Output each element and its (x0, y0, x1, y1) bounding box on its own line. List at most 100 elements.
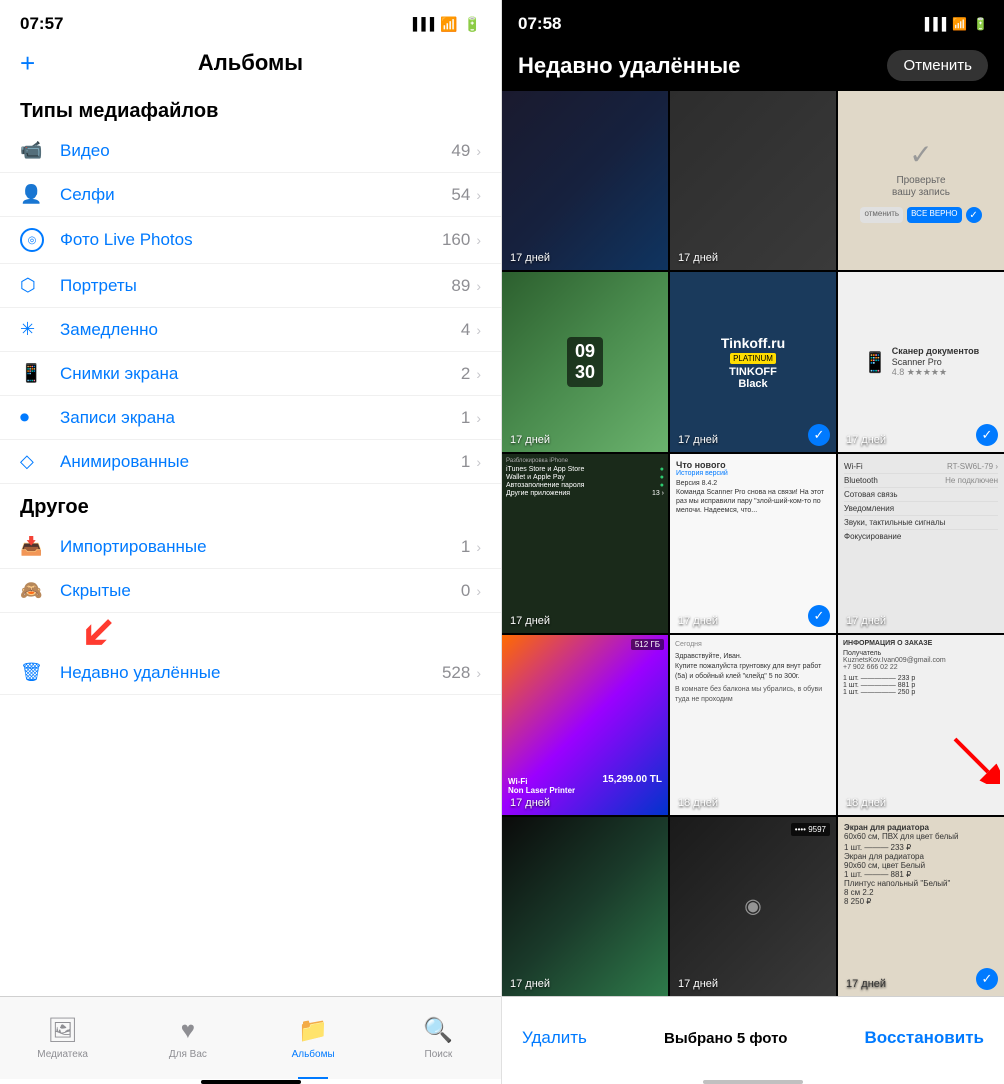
face-id-icon: ◉ (744, 894, 761, 919)
live-photos-chevron: › (476, 232, 481, 248)
animated-label: Анимированные (60, 452, 461, 472)
tab-for-you[interactable]: ♥ Для Вас (125, 997, 250, 1079)
for-you-icon: ♥ (181, 1017, 195, 1045)
right-panel: 07:58 ▐▐▐ 📶 🔋 Недавно удалённые Отменить… (502, 0, 1004, 1084)
bottom-action-bar: Удалить Выбрано 5 фото Восстановить (502, 996, 1004, 1079)
tab-mediatek[interactable]: 🖼 Медиатека (0, 997, 125, 1079)
list-item-portraits[interactable]: ⬡ Портреты 89 › (0, 264, 501, 308)
list-item-imported[interactable]: 📥 Импортированные 1 › (0, 525, 501, 569)
screen-recordings-count: 1 (461, 408, 470, 428)
photo-cell-5[interactable]: Tinkoff.ru PLATINUM TINKOFFBlack ✓ 17 дн… (670, 272, 836, 451)
red-arrow-right (950, 734, 1000, 789)
home-bar-right (703, 1080, 803, 1084)
hidden-count: 0 (461, 581, 470, 601)
photo-days-13: 17 дней (510, 978, 550, 990)
delete-button[interactable]: Удалить (522, 1028, 587, 1048)
photo-days-14: 17 дней (678, 978, 718, 990)
screenshots-count: 2 (461, 364, 470, 384)
bottom-tabs: 🖼 Медиатека ♥ Для Вас 📁 Альбомы 🔍 Поиск (0, 996, 501, 1079)
photo-cell-14[interactable]: 17 дней ◉ •••• 9597 (670, 817, 836, 996)
video-count: 49 (451, 141, 470, 161)
list-item-live-photos[interactable]: ◎ Фото Live Photos 160 › (0, 217, 501, 264)
photo-cell-8[interactable]: Что нового История версий Версия 8.4.2Ко… (670, 454, 836, 633)
recently-deleted-count: 528 (442, 663, 470, 683)
screen-recordings-chevron: › (476, 410, 481, 426)
albums-header: + Альбомы (0, 44, 501, 88)
list-item-recently-deleted[interactable]: 🗑 Недавно удалённые 528 › (0, 651, 501, 695)
photo-cell-6[interactable]: 📱 Сканер документов Scanner Pro 4.8 ★★★★… (838, 272, 1004, 451)
search-label: Поиск (425, 1049, 453, 1060)
photo-days-6: 17 дней (846, 434, 886, 446)
receipt-info: Экран для радиатора 60х60 см, ПВХ для цв… (838, 817, 1004, 912)
photo-cell-1[interactable]: 17 дней (502, 91, 668, 270)
live-photos-label: Фото Live Photos (60, 230, 442, 250)
restore-button[interactable]: Восстановить (865, 1028, 984, 1048)
animated-count: 1 (461, 452, 470, 472)
battery-icon-right: 🔋 (973, 17, 988, 31)
photo-days-8: 17 дней (678, 615, 718, 627)
portraits-count: 89 (451, 276, 470, 296)
cancel-button[interactable]: Отменить (887, 50, 988, 81)
photo-cell-12[interactable]: ИНФОРМАЦИЯ О ЗАКАЗЕ Получатель KuznetsKo… (838, 635, 1004, 814)
photo-cell-9[interactable]: Wi-FiRT-SW6L-79 › BluetoothНе подключен … (838, 454, 1004, 633)
video-chevron: › (476, 143, 481, 159)
recently-deleted-title: Недавно удалённые (518, 53, 740, 79)
slowmo-icon: ✳ (20, 319, 50, 340)
list-item-selfie[interactable]: 👤 Селфи 54 › (0, 173, 501, 217)
home-bar-left (201, 1080, 301, 1084)
photo-cell-13[interactable]: 17 дней (502, 817, 668, 996)
photo-cell-7[interactable]: Разблокировка iPhone iTunes Store и App … (502, 454, 668, 633)
order-info: ИНФОРМАЦИЯ О ЗАКАЗЕ Получатель KuznetsKo… (843, 640, 999, 696)
imported-chevron: › (476, 539, 481, 555)
photo-grid: 17 дней 17 дней ✓ Проверьтевашу запись о… (502, 91, 1004, 996)
photo-days-2: 17 дней (678, 252, 718, 264)
for-you-label: Для Вас (169, 1049, 207, 1060)
video-icon: 📹 (20, 140, 50, 161)
list-item-screenshots[interactable]: 📱 Снимки экрана 2 › (0, 352, 501, 396)
photo-cell-4[interactable]: 0930 17 дней (502, 272, 668, 451)
portraits-icon: ⬡ (20, 275, 50, 296)
list-item-screen-recordings[interactable]: ⏺ Записи экрана 1 › (0, 396, 501, 440)
animated-icon: ◇ (20, 451, 50, 472)
list-item-slowmo[interactable]: ✳ Замедленно 4 › (0, 308, 501, 352)
list-item-hidden[interactable]: 🙈 Скрытые 0 › (0, 569, 501, 613)
app-row: 📱 Сканер документов Scanner Pro 4.8 ★★★★… (863, 346, 979, 378)
signal-icon-right: ▐▐▐ (921, 17, 947, 31)
photo-cell-3[interactable]: ✓ Проверьтевашу запись отменить ВСЕ ВЕРН… (838, 91, 1004, 270)
add-album-button[interactable]: + (20, 48, 35, 79)
slowmo-chevron: › (476, 322, 481, 338)
status-bar-right: 07:58 ▐▐▐ 📶 🔋 (502, 0, 1004, 44)
photo-days-11: 18 дней (678, 797, 718, 809)
tab-albums[interactable]: 📁 Альбомы (251, 997, 376, 1079)
recently-deleted-icon: 🗑 (20, 662, 50, 683)
imported-icon: 📥 (20, 536, 50, 557)
photo-days-12: 18 дней (846, 797, 886, 809)
search-icon: 🔍 (423, 1016, 453, 1045)
wifi-icon-right: 📶 (952, 17, 967, 31)
photo-cell-15[interactable]: Экран для радиатора 60х60 см, ПВХ для цв… (838, 817, 1004, 996)
photo-cell-2[interactable]: 17 дней (670, 91, 836, 270)
tab-search[interactable]: 🔍 Поиск (376, 997, 501, 1079)
status-bar-left: 07:57 ▐▐▐ 📶 🔋 (0, 0, 501, 44)
photo-cell-10[interactable]: 512 ГБ Wi-FiNon Laser Printer 15,299.00 … (502, 635, 668, 814)
screenshots-label: Снимки экрана (60, 364, 461, 384)
albums-title: Альбомы (198, 50, 303, 76)
photo-cell-11[interactable]: Сегодня Здравствуйте, Иван.Купите пожалу… (670, 635, 836, 814)
screen-recordings-label: Записи экрана (60, 408, 461, 428)
selfie-chevron: › (476, 187, 481, 203)
imported-count: 1 (461, 537, 470, 557)
hidden-chevron: › (476, 583, 481, 599)
photo-days-1: 17 дней (510, 252, 550, 264)
battery-icon: 🔋 (464, 16, 481, 33)
video-label: Видео (60, 141, 451, 161)
photo-days-7: 17 дней (510, 615, 550, 627)
live-photos-count: 160 (442, 230, 470, 250)
photo-days-15: 17 дней (846, 978, 886, 990)
other-header: Другое (0, 484, 501, 525)
list-item-animated[interactable]: ◇ Анимированные 1 › (0, 440, 501, 484)
list-item-video[interactable]: 📹 Видео 49 › (0, 129, 501, 173)
message-text: Сегодня Здравствуйте, Иван.Купите пожалу… (675, 640, 831, 705)
selected-info: Выбрано 5 фото (664, 1030, 787, 1047)
hidden-icon: 🙈 (20, 580, 50, 601)
recently-deleted-header: Недавно удалённые Отменить (502, 44, 1004, 91)
